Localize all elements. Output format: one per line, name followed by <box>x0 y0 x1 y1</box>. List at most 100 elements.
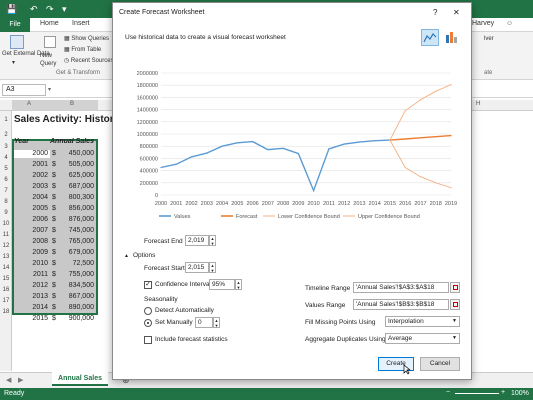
row-header[interactable]: 5 <box>0 166 12 172</box>
zoom-out-button[interactable]: − <box>446 389 450 396</box>
line-chart-toggle[interactable] <box>421 29 439 46</box>
cell-year[interactable]: 2015 <box>14 315 48 322</box>
undo-icon[interactable]: ↶ <box>30 3 38 15</box>
sheet-tab-annual-sales[interactable]: Annual Sales <box>52 372 108 386</box>
cell-annual-sales[interactable]: 745,000 <box>60 227 94 234</box>
close-icon[interactable]: ✕ <box>453 8 460 17</box>
cell-year[interactable]: 2008 <box>14 238 48 245</box>
row-header[interactable]: 9 <box>0 210 12 216</box>
chevron-down-icon[interactable]: ▾ <box>48 86 51 93</box>
timeline-range-input[interactable]: 'Annual Sales'!$A$3:$A$18 <box>353 282 449 293</box>
user-name[interactable]: Harvey <box>472 20 494 27</box>
cell-year[interactable]: 2007 <box>14 227 48 234</box>
redo-icon[interactable]: ↷ <box>46 3 54 15</box>
cell-annual-sales[interactable]: 755,000 <box>60 271 94 278</box>
row-header[interactable]: 11 <box>0 232 12 238</box>
forecast-end-spinner[interactable]: ▲ ▼ <box>209 235 216 246</box>
cell-annual-sales[interactable]: 800,300 <box>60 194 94 201</box>
row-header[interactable]: 6 <box>0 177 12 183</box>
row-header[interactable]: 10 <box>0 221 12 227</box>
cell-annual-sales[interactable]: 505,000 <box>60 161 94 168</box>
zoom-in-button[interactable]: + <box>501 389 505 396</box>
options-collapse-icon[interactable]: ▲ <box>124 253 129 259</box>
show-queries-button[interactable]: ▦ Show Queries <box>64 35 109 42</box>
row-header[interactable]: 15 <box>0 276 12 282</box>
forecast-end-input[interactable]: 2,019 <box>185 235 209 246</box>
detect-automatically-radio[interactable] <box>144 307 152 315</box>
row-header[interactable]: 7 <box>0 188 12 194</box>
row-header[interactable]: 2 <box>0 132 12 138</box>
cell-annual-sales[interactable]: 687,000 <box>60 183 94 190</box>
cell-year[interactable]: 2014 <box>14 304 48 311</box>
cell-annual-sales[interactable]: 72,500 <box>60 260 94 267</box>
cell-annual-sales[interactable]: 450,000 <box>60 150 94 157</box>
row-header[interactable]: 8 <box>0 199 12 205</box>
column-header-h[interactable]: H <box>476 101 480 107</box>
zoom-level[interactable]: 100% <box>511 390 529 397</box>
cell-year[interactable]: 2011 <box>14 271 48 278</box>
cell-annual-sales[interactable]: 867,000 <box>60 293 94 300</box>
values-range-input[interactable]: 'Annual Sales'!$B$3:$B$18 <box>353 299 449 310</box>
tab-home[interactable]: Home <box>40 20 59 27</box>
include-statistics-checkbox[interactable] <box>144 336 152 344</box>
fill-missing-select[interactable]: Interpolation ▼ <box>385 316 460 327</box>
cell-year[interactable]: 2010 <box>14 260 48 267</box>
cell-annual-sales[interactable]: 876,000 <box>60 216 94 223</box>
confidence-interval-checkbox[interactable]: ✓ <box>144 281 152 289</box>
cell-year[interactable]: 2009 <box>14 249 48 256</box>
row-header[interactable]: 4 <box>0 155 12 161</box>
cell-year[interactable]: 2005 <box>14 205 48 212</box>
cell-year[interactable]: 2003 <box>14 183 48 190</box>
name-box[interactable]: A3 <box>2 84 46 96</box>
timeline-range-picker-icon[interactable] <box>450 282 460 293</box>
cancel-button[interactable]: Cancel <box>420 357 460 371</box>
cell-annual-sales[interactable]: 900,000 <box>60 315 94 322</box>
confidence-interval-input[interactable]: 95% <box>209 279 235 290</box>
recent-sources-button[interactable]: ◷ Recent Sources <box>64 57 114 64</box>
new-query-button[interactable]: New Query <box>40 52 60 68</box>
cell-year[interactable]: 2001 <box>14 161 48 168</box>
cell-annual-sales[interactable]: 856,000 <box>60 205 94 212</box>
forecast-start-spinner[interactable]: ▲ ▼ <box>209 262 216 273</box>
set-manually-input[interactable]: 0 <box>195 317 213 328</box>
chevron-down-icon[interactable]: ▾ <box>12 59 15 66</box>
row-header[interactable]: 12 <box>0 243 12 249</box>
scroll-right-icon[interactable]: ▶ <box>18 376 23 384</box>
zoom-slider[interactable] <box>455 393 499 394</box>
from-table-button[interactable]: ▦ From Table <box>64 46 101 53</box>
cell-year[interactable]: 2012 <box>14 282 48 289</box>
cell-year[interactable]: 2000 <box>14 150 48 157</box>
tab-insert[interactable]: Insert <box>72 20 90 27</box>
column-chart-toggle[interactable] <box>443 29 461 46</box>
cell-annual-sales[interactable]: 625,000 <box>60 172 94 179</box>
options-toggle[interactable]: Options <box>133 252 155 259</box>
cell-year[interactable]: 2006 <box>14 216 48 223</box>
row-header[interactable]: 13 <box>0 254 12 260</box>
row-header[interactable]: 1 <box>0 117 12 123</box>
row-header[interactable]: 16 <box>0 287 12 293</box>
cell-year[interactable]: 2004 <box>14 194 48 201</box>
customize-toolbar-icon[interactable]: ▾ <box>62 3 67 15</box>
scroll-left-icon[interactable]: ◀ <box>6 376 11 384</box>
smiley-icon[interactable]: ☺ <box>506 20 513 27</box>
save-icon[interactable]: 💾 <box>6 3 17 15</box>
confidence-interval-spinner[interactable]: ▲ ▼ <box>235 279 242 290</box>
set-manually-radio[interactable] <box>144 319 152 327</box>
cell-annual-sales[interactable]: 765,000 <box>60 238 94 245</box>
cell-year[interactable]: 2002 <box>14 172 48 179</box>
cell-annual-sales[interactable]: 834,500 <box>60 282 94 289</box>
cell-annual-sales[interactable]: 679,000 <box>60 249 94 256</box>
tab-file[interactable]: File <box>0 18 30 32</box>
values-range-picker-icon[interactable] <box>450 299 460 310</box>
cell-annual-sales[interactable]: 890,000 <box>60 304 94 311</box>
row-header[interactable]: 18 <box>0 309 12 315</box>
cell-year[interactable]: 2013 <box>14 293 48 300</box>
forecast-start-input[interactable]: 2,015 <box>185 262 209 273</box>
set-manually-spinner[interactable]: ▲ ▼ <box>213 317 220 328</box>
row-header[interactable]: 17 <box>0 298 12 304</box>
aggregate-duplicates-select[interactable]: Average ▼ <box>385 333 460 344</box>
help-icon[interactable]: ? <box>433 8 437 17</box>
row-header[interactable]: 14 <box>0 265 12 271</box>
solver-button[interactable]: lver <box>484 36 494 42</box>
row-header[interactable]: 3 <box>0 144 12 150</box>
